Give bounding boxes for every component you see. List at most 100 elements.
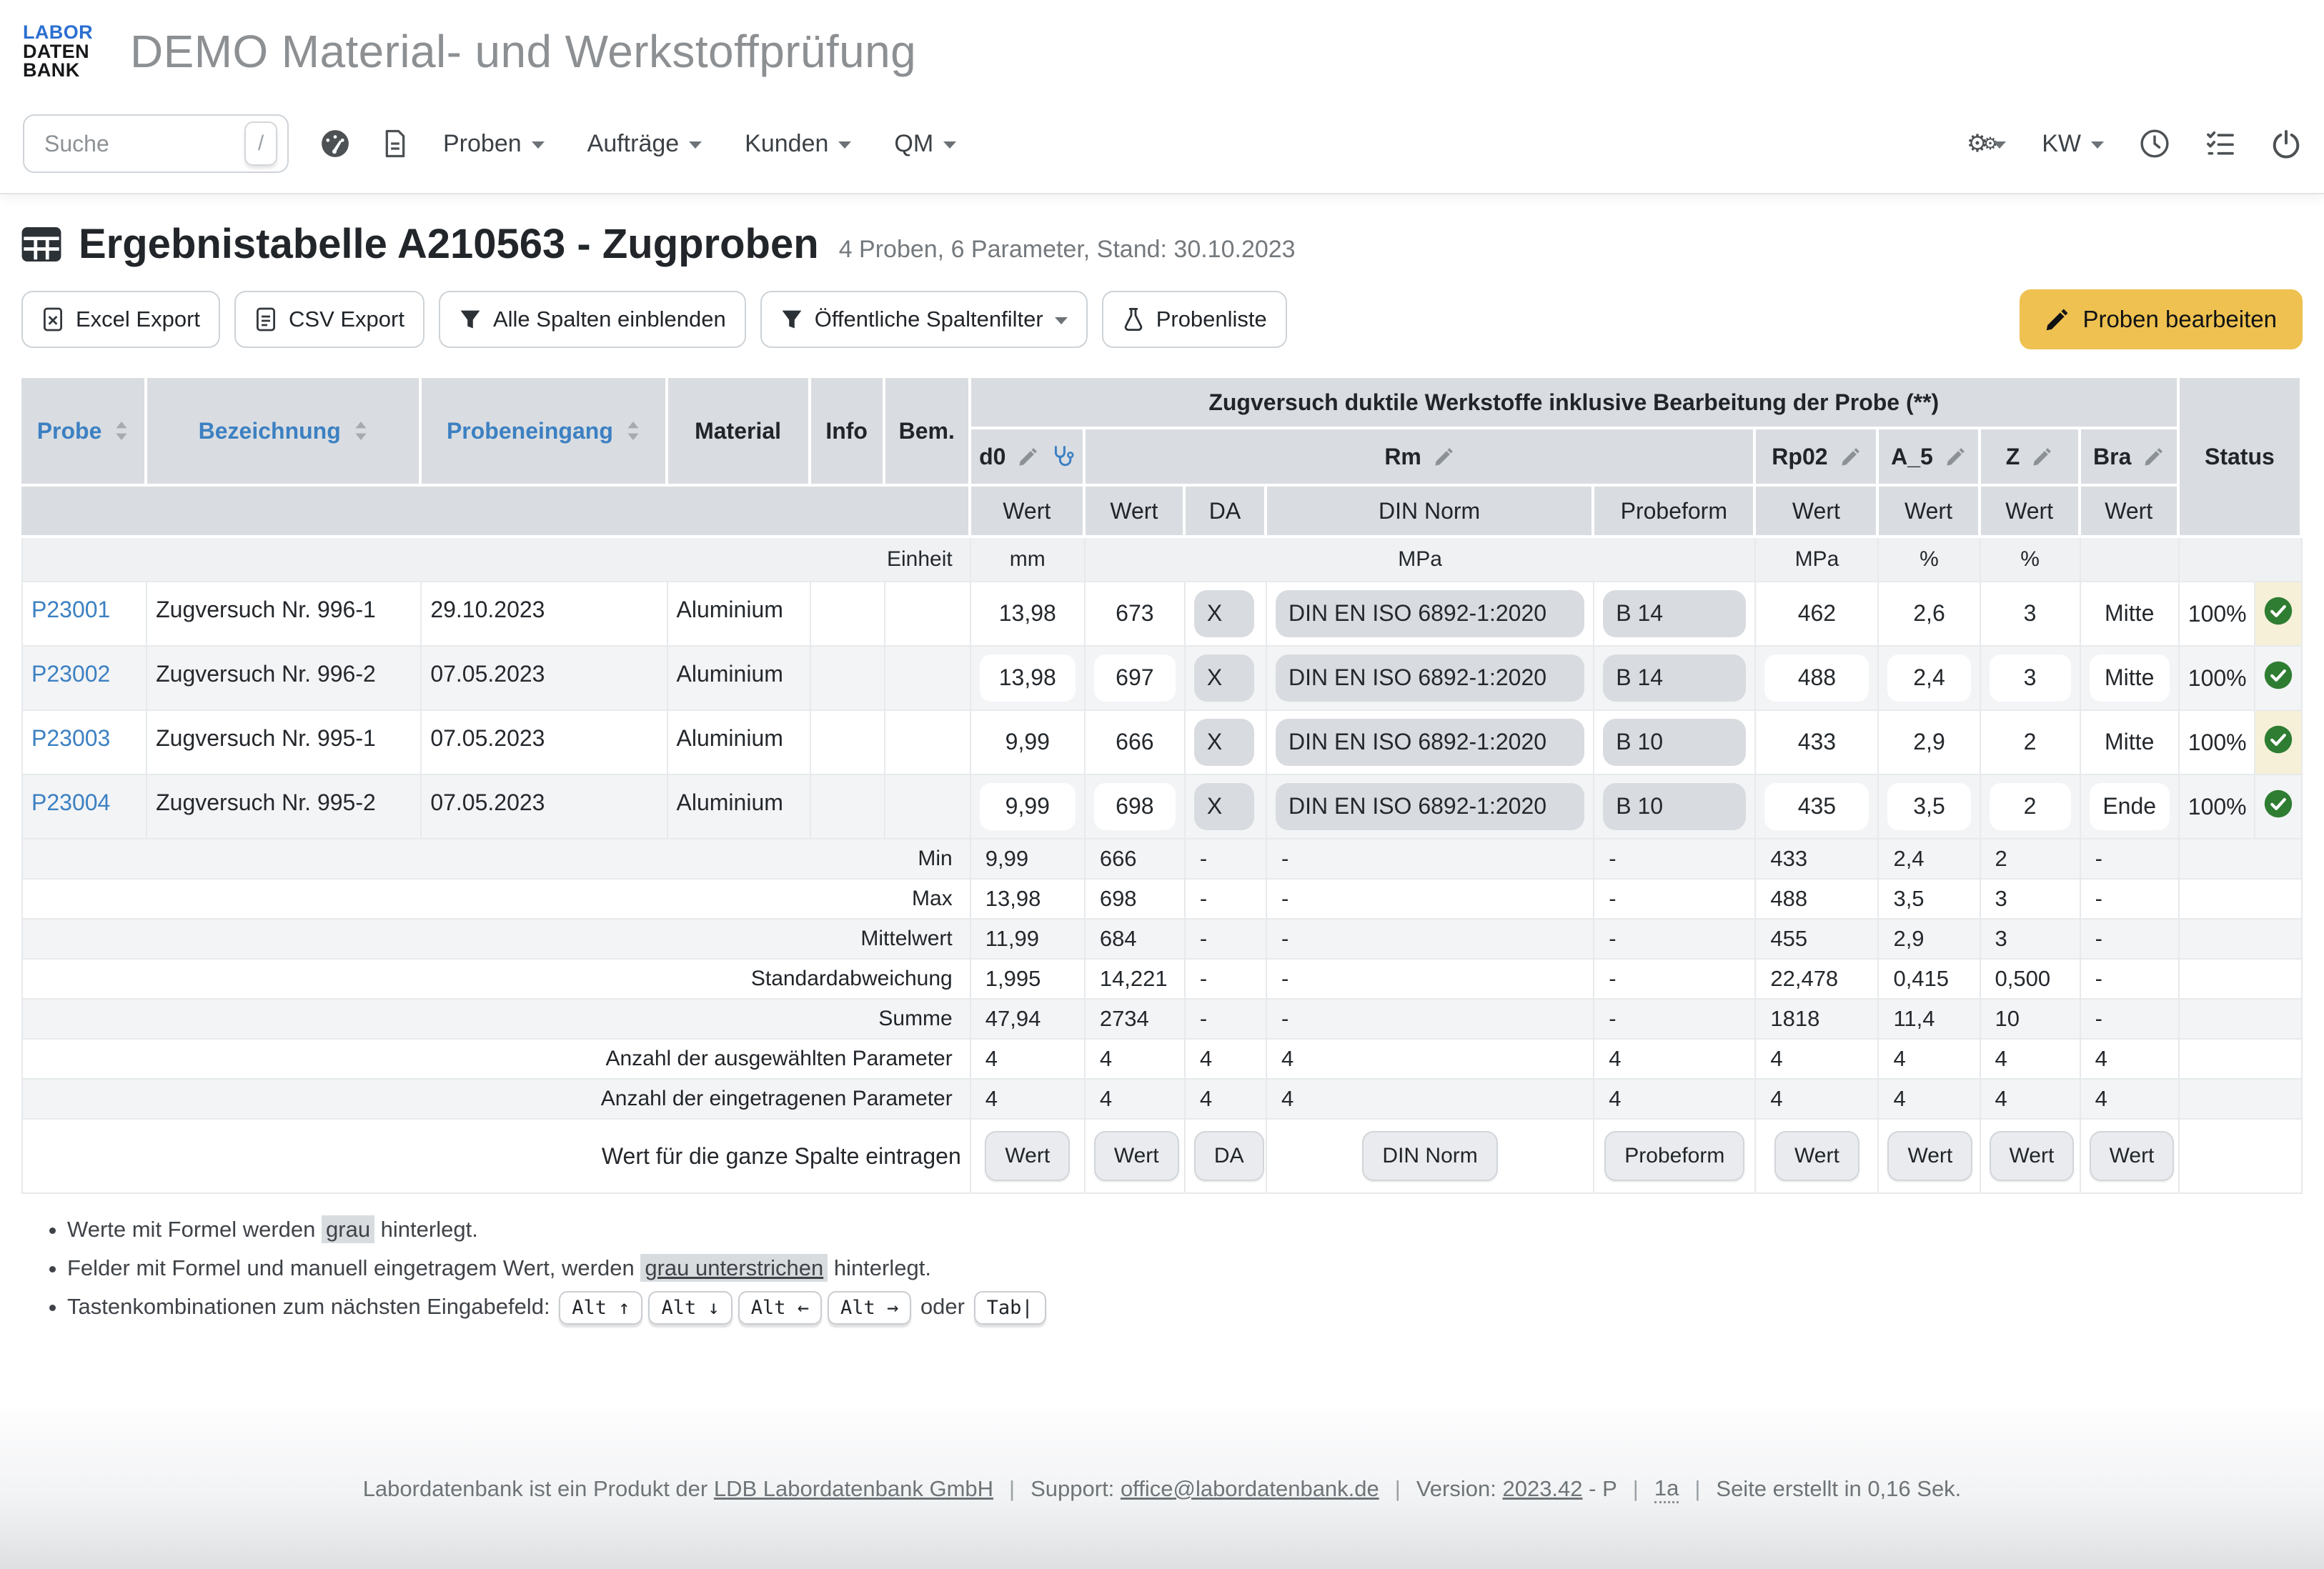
page-id-link[interactable]: 1a <box>1654 1475 1679 1503</box>
rp02-input[interactable]: 435 <box>1764 783 1869 830</box>
probe-link[interactable]: P23004 <box>31 790 110 815</box>
probeform-formula-value[interactable]: B 14 <box>1603 590 1746 637</box>
sort-icon[interactable] <box>354 421 368 441</box>
probenliste-button[interactable]: Probenliste <box>1102 291 1287 348</box>
fill-column-button-wert[interactable]: Wert <box>1990 1131 2075 1181</box>
rm-input[interactable]: 666 <box>1094 719 1176 766</box>
din-formula-value[interactable]: DIN EN ISO 6892-1:2020 <box>1276 654 1584 702</box>
version-link[interactable]: 2023.42 <box>1502 1476 1582 1502</box>
clock-icon[interactable] <box>2140 129 2170 159</box>
z-input[interactable]: 2 <box>1990 783 2071 830</box>
fill-column-button-wert[interactable]: Wert <box>985 1131 1070 1181</box>
fill-column-button-wert[interactable]: Wert <box>1887 1131 1972 1181</box>
summary-value: 4 <box>1594 1040 1756 1080</box>
rm-input[interactable]: 698 <box>1094 783 1176 830</box>
fill-column-button-wert[interactable]: Wert <box>2090 1131 2175 1181</box>
alle-spalten-einblenden-button[interactable]: Alle Spalten einblenden <box>439 291 746 348</box>
edit-column-icon[interactable] <box>2144 447 2164 467</box>
a5-input[interactable]: 2,9 <box>1887 719 1970 766</box>
probeform-formula-value[interactable]: B 10 <box>1603 719 1746 766</box>
button-label: Alle Spalten einblenden <box>493 307 726 332</box>
z-input[interactable]: 3 <box>1990 654 2071 702</box>
da-formula-value[interactable]: X <box>1194 783 1254 830</box>
nav-menus: Proben Aufträge Kunden QM <box>443 130 956 158</box>
edit-column-icon[interactable] <box>1434 447 1454 467</box>
a5-input[interactable]: 2,6 <box>1887 590 1970 637</box>
z-input[interactable]: 2 <box>1990 719 2071 766</box>
fill-column-button-probeform[interactable]: Probeform <box>1604 1131 1744 1181</box>
support-label: Support: <box>1031 1476 1114 1502</box>
rp02-input[interactable]: 488 <box>1764 654 1869 702</box>
cell-bra: Mitte <box>2081 582 2180 647</box>
edit-column-icon[interactable] <box>1946 447 1966 467</box>
task-list-icon[interactable] <box>2205 129 2235 159</box>
rp02-input[interactable]: 433 <box>1764 719 1869 766</box>
col-header-probe[interactable]: Probe <box>21 378 147 487</box>
search-input[interactable] <box>41 129 244 159</box>
edit-column-icon[interactable] <box>1841 447 1861 467</box>
probeform-formula-value[interactable]: B 14 <box>1603 654 1746 702</box>
probeform-formula-value[interactable]: B 10 <box>1603 783 1746 830</box>
fill-column-button-wert[interactable]: Wert <box>1774 1131 1859 1181</box>
edit-samples-button[interactable]: Proben bearbeiten <box>2020 289 2303 349</box>
a5-input[interactable]: 3,5 <box>1887 783 1970 830</box>
footer-product-text: Labordatenbank ist ein Produkt der <box>363 1476 708 1502</box>
da-formula-value[interactable]: X <box>1194 590 1254 637</box>
d0-input[interactable]: 13,98 <box>980 654 1076 702</box>
support-email-link[interactable]: office@labordatenbank.de <box>1121 1476 1379 1502</box>
rm-input[interactable]: 697 <box>1094 654 1176 702</box>
z-input[interactable]: 3 <box>1990 590 2071 637</box>
sort-icon[interactable] <box>626 421 640 441</box>
button-label: Excel Export <box>76 307 200 332</box>
din-formula-value[interactable]: DIN EN ISO 6892-1:2020 <box>1276 783 1584 830</box>
a5-input[interactable]: 2,4 <box>1887 654 1970 702</box>
csv-export-button[interactable]: CSV Export <box>234 291 424 348</box>
cell-status-percent: 100% <box>2180 775 2255 840</box>
excel-export-button[interactable]: Excel Export <box>21 291 220 348</box>
speedometer-icon[interactable] <box>320 129 350 159</box>
nav-menu-auftrge[interactable]: Aufträge <box>587 130 702 158</box>
din-formula-value[interactable]: DIN EN ISO 6892-1:2020 <box>1276 719 1584 766</box>
chevron-down-icon <box>1055 317 1068 324</box>
bra-input[interactable]: Mitte <box>2090 654 2170 702</box>
din-formula-value[interactable]: DIN EN ISO 6892-1:2020 <box>1276 590 1584 637</box>
bra-input[interactable]: Mitte <box>2090 719 2170 766</box>
company-link[interactable]: LDB Labordatenbank GmbH <box>714 1476 993 1502</box>
fill-column-button-dinnorm[interactable]: DIN Norm <box>1362 1131 1497 1181</box>
rm-input[interactable]: 673 <box>1094 590 1176 637</box>
edit-column-icon[interactable] <box>1018 447 1038 467</box>
probe-link[interactable]: P23003 <box>31 725 110 751</box>
da-formula-value[interactable]: X <box>1194 719 1254 766</box>
kw-dropdown[interactable]: KW <box>2042 130 2104 158</box>
cell-info <box>811 775 885 840</box>
nav-menu-proben[interactable]: Proben <box>443 130 545 158</box>
fill-column-button-da[interactable]: DA <box>1194 1131 1264 1181</box>
nav-menu-qm[interactable]: QM <box>894 130 956 158</box>
cell-status-percent: 100% <box>2180 647 2255 711</box>
labordatenbank-logo[interactable]: LABOR DATEN BANK <box>23 23 93 79</box>
power-icon[interactable] <box>2271 129 2301 159</box>
column-fill-cell: Wert <box>1086 1120 1186 1194</box>
stethoscope-icon[interactable] <box>1051 445 1074 468</box>
fill-column-button-wert[interactable]: Wert <box>1094 1131 1179 1181</box>
col-header-probeneingang[interactable]: Probeneingang <box>422 378 667 487</box>
cell-bem <box>885 647 971 711</box>
settings-gears-icon[interactable]: ⚙⚙ <box>1967 129 2006 158</box>
d0-input[interactable]: 9,99 <box>980 719 1076 766</box>
probe-link[interactable]: P23001 <box>31 597 110 622</box>
nav-menu-label: Aufträge <box>587 130 680 158</box>
bra-input[interactable]: Mitte <box>2090 590 2170 637</box>
da-formula-value[interactable]: X <box>1194 654 1254 702</box>
probe-link[interactable]: P23002 <box>31 661 110 687</box>
edit-column-icon[interactable] <box>2032 447 2052 467</box>
d0-input[interactable]: 13,98 <box>980 590 1076 637</box>
sort-icon[interactable] <box>114 421 129 441</box>
d0-input[interactable]: 9,99 <box>980 783 1076 830</box>
rp02-input[interactable]: 462 <box>1764 590 1869 637</box>
col-header-bezeichnung[interactable]: Bezeichnung <box>147 378 422 487</box>
bra-input[interactable]: Ende <box>2090 783 2170 830</box>
-ffentliche-spaltenfilter-button[interactable]: Öffentliche Spaltenfilter <box>760 291 1088 348</box>
param-header-d0: d0 <box>971 429 1086 487</box>
nav-menu-kunden[interactable]: Kunden <box>745 130 851 158</box>
document-icon[interactable] <box>382 129 409 159</box>
